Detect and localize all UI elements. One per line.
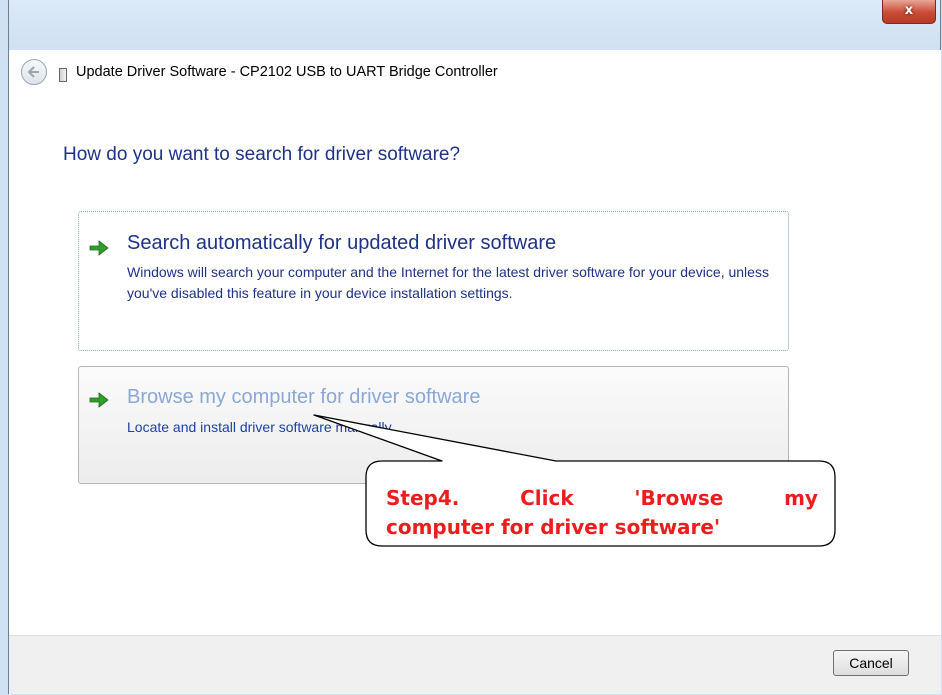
callout-word: Click <box>520 486 574 510</box>
callout-word: 'Browse <box>634 486 724 510</box>
callout-text: Step4. Click 'Browse my computer for dri… <box>386 484 818 542</box>
callout-line-2: computer for driver software' <box>386 515 721 539</box>
callout-word: Step4. <box>386 486 460 510</box>
callout-bubble <box>313 414 836 547</box>
callout-word: my <box>784 486 818 510</box>
callout-line-1: Step4. Click 'Browse my <box>386 484 818 513</box>
